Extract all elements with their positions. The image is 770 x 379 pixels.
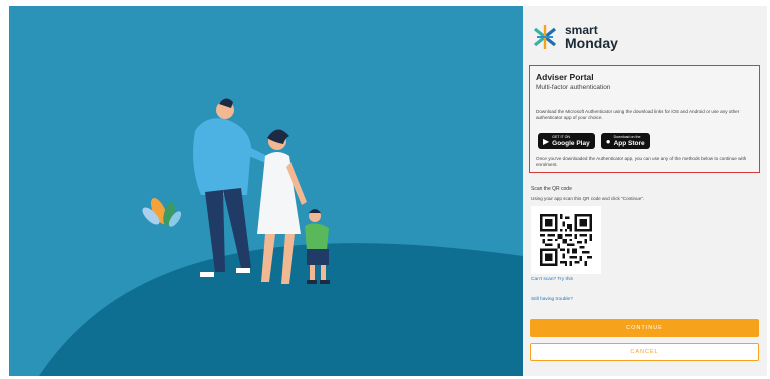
- page-title: Adviser Portal: [536, 72, 594, 82]
- brand-name-line2: Monday: [565, 35, 618, 51]
- family-illustration: [9, 6, 523, 376]
- scan-instructions: Using your app scan this QR code and cli…: [531, 196, 645, 201]
- auth-panel: smart Monday Adviser Portal Multi-factor…: [523, 6, 767, 376]
- store-buttons: ▶ GET IT ON Google Play ● Download on th…: [538, 133, 650, 149]
- app-store-button[interactable]: ● Download on the App Store: [600, 133, 650, 149]
- qr-code: [531, 206, 601, 274]
- google-play-label: Google Play: [552, 139, 590, 147]
- smartmonday-logo: smart Monday: [531, 20, 618, 54]
- apple-icon: ●: [605, 136, 611, 146]
- enrolment-note: Once you've downloaded the Authenticator…: [536, 156, 747, 167]
- cancel-button[interactable]: CANCEL: [530, 343, 759, 361]
- google-play-button[interactable]: ▶ GET IT ON Google Play: [538, 133, 595, 149]
- cant-scan-link[interactable]: Can't scan? Try this: [531, 277, 573, 282]
- still-having-trouble-link[interactable]: Still having trouble?: [531, 297, 573, 302]
- qr-code-icon: [540, 214, 592, 266]
- page-subtitle: Multi-factor authentication: [536, 84, 611, 91]
- google-play-icon: ▶: [543, 136, 550, 146]
- adviser-portal-section: Adviser Portal Multi-factor authenticati…: [529, 65, 760, 173]
- download-instructions: Download the Microsoft Authenticator usi…: [536, 109, 740, 120]
- hero-illustration: [9, 6, 523, 376]
- continue-button[interactable]: CONTINUE: [530, 319, 759, 337]
- brand-mark-icon: [534, 25, 556, 49]
- brand-name: smart Monday: [565, 24, 618, 51]
- scan-title: Scan the QR code: [531, 186, 572, 192]
- app-store-label: App Store: [613, 139, 645, 147]
